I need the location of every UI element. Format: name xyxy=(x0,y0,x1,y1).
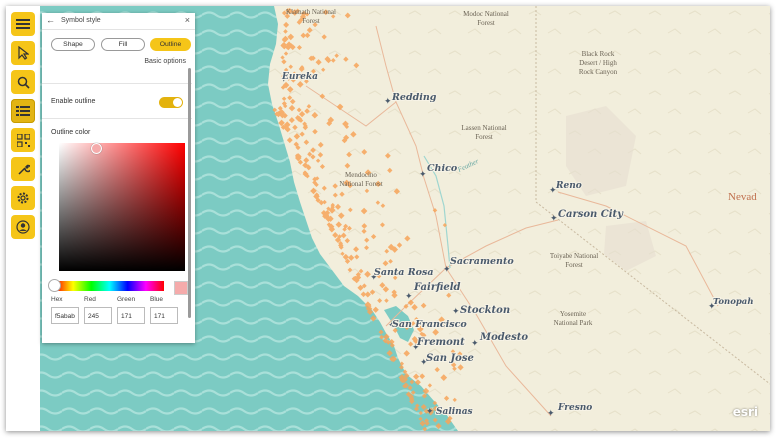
city-label: Sacramento xyxy=(450,256,514,267)
state-label: Nevad xyxy=(728,191,757,203)
qr-grid-icon xyxy=(16,133,30,147)
account-button[interactable] xyxy=(11,215,35,239)
esri-logo: esri xyxy=(732,405,758,419)
city-label: Modesto xyxy=(479,332,528,343)
area-label: Mendocino National Forest xyxy=(339,171,382,188)
hue-slider-handle[interactable] xyxy=(48,279,61,292)
divider xyxy=(42,118,192,119)
outline-color-label: Outline color xyxy=(51,129,91,136)
city-label: Tonopah xyxy=(713,297,754,307)
city-label: Redding xyxy=(391,92,437,103)
city-star-icon: ✦ xyxy=(452,306,460,316)
back-arrow-icon[interactable]: ← xyxy=(46,15,55,25)
style-tabs: Shape Fill Outline xyxy=(51,38,191,51)
menu-button[interactable] xyxy=(11,12,35,36)
panel-title: Symbol style xyxy=(61,16,101,24)
city-star-icon: ✦ xyxy=(471,338,479,348)
gear-icon xyxy=(17,192,29,204)
city-label: Carson City xyxy=(558,209,624,220)
search-button[interactable] xyxy=(11,70,35,94)
city-star-icon: ✦ xyxy=(550,213,558,223)
layers-list-icon xyxy=(16,106,30,116)
user-icon xyxy=(16,220,30,234)
green-input[interactable]: 171 xyxy=(117,307,145,324)
app-window: Klamath National Forest Modoc National For… xyxy=(6,6,770,431)
city-label: Salinas xyxy=(436,407,473,417)
color-preview-swatch xyxy=(174,281,188,295)
hex-label: Hex xyxy=(51,296,63,303)
area-label: Black Rock Desert / High Rock Canyon xyxy=(579,50,618,76)
tab-outline[interactable]: Outline xyxy=(150,38,191,51)
layers-button[interactable] xyxy=(11,99,35,123)
hex-input[interactable]: f5abab xyxy=(51,307,79,324)
color-saturation-picker[interactable] xyxy=(59,143,185,271)
city-label: Fresno xyxy=(557,403,592,413)
divider xyxy=(42,83,192,84)
enable-outline-toggle[interactable] xyxy=(159,97,183,108)
enable-outline-label: Enable outline xyxy=(51,98,96,105)
city-label: San Francisco xyxy=(392,319,467,330)
city-label: Eureka xyxy=(281,72,318,82)
wrench-icon xyxy=(17,164,30,175)
city-label: Santa Rosa xyxy=(374,267,434,278)
settings-button[interactable] xyxy=(11,186,35,210)
basic-options-link[interactable]: Basic options xyxy=(144,58,186,65)
tools-button[interactable] xyxy=(11,157,35,181)
city-star-icon: ✦ xyxy=(384,96,392,106)
green-label: Green xyxy=(117,296,136,303)
tab-fill[interactable]: Fill xyxy=(101,38,145,51)
city-star-icon: ✦ xyxy=(405,291,413,301)
toggle-knob xyxy=(173,98,182,107)
select-tool-button[interactable] xyxy=(11,41,35,65)
city-label: San Jose xyxy=(426,353,474,364)
tab-shape[interactable]: Shape xyxy=(51,38,95,51)
picker-shade xyxy=(59,143,185,271)
menu-icon xyxy=(16,19,30,29)
blue-label: Blue xyxy=(150,296,164,303)
red-label: Red xyxy=(84,296,96,303)
pointer-icon xyxy=(18,46,29,60)
symbol-style-panel: ← Symbol style × Shape Fill Outline Basi… xyxy=(42,13,195,343)
city-label: Stockton xyxy=(460,305,510,316)
city-label: Chico xyxy=(427,163,458,174)
blue-input[interactable]: 171 xyxy=(150,307,178,324)
city-label: Fairfield xyxy=(413,282,461,293)
city-star-icon: ✦ xyxy=(419,169,427,179)
city-star-icon: ✦ xyxy=(547,408,555,418)
city-label: Reno xyxy=(555,181,582,191)
picker-cursor[interactable] xyxy=(91,143,102,154)
city-label: Fremont xyxy=(416,337,465,348)
close-icon[interactable]: × xyxy=(185,15,190,25)
widget-button[interactable] xyxy=(11,128,35,152)
hue-slider[interactable] xyxy=(55,281,164,291)
city-star-icon: ✦ xyxy=(426,406,434,416)
left-toolbar xyxy=(6,6,40,431)
red-input[interactable]: 245 xyxy=(84,307,112,324)
panel-scrollbar[interactable] xyxy=(188,68,191,318)
search-icon xyxy=(17,76,30,89)
panel-header: ← Symbol style × xyxy=(42,13,195,30)
